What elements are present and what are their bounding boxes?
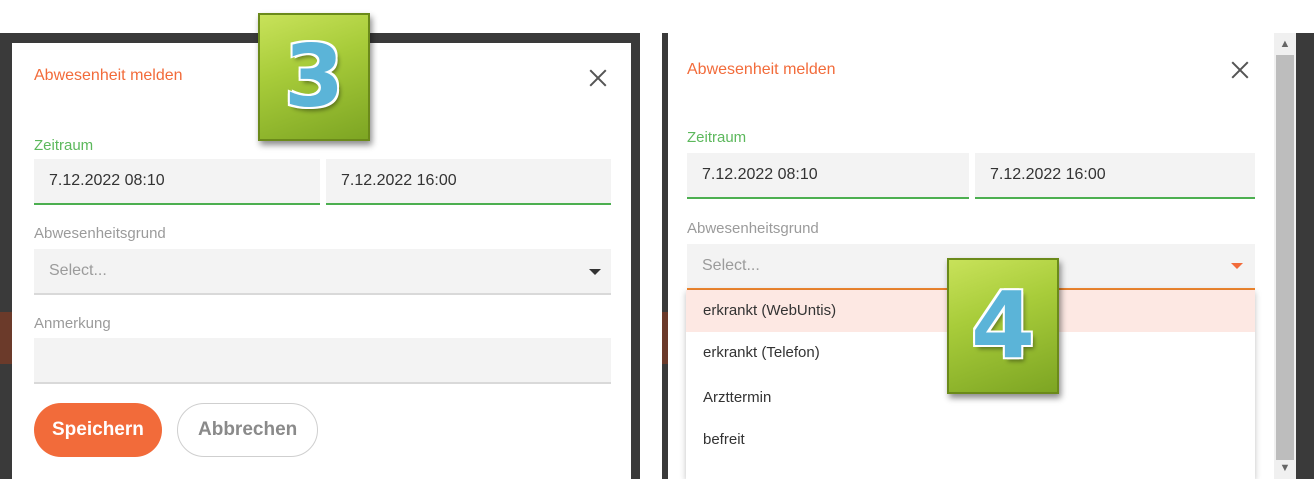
period-label: Zeitraum	[687, 129, 747, 146]
backdrop-accent-left	[0, 312, 12, 364]
reason-label: Abwesenheitsgrund	[34, 225, 166, 242]
chevron-down-icon	[589, 269, 601, 275]
scroll-up-icon[interactable]: ▲	[1274, 35, 1296, 53]
note-input[interactable]	[34, 338, 611, 384]
scroll-thumb[interactable]	[1276, 55, 1294, 460]
end-datetime-field[interactable]: 7.12.2022 16:00	[326, 159, 611, 205]
period-label: Zeitraum	[34, 137, 94, 154]
scroll-down-icon[interactable]: ▼	[1274, 459, 1296, 477]
note-label: Anmerkung	[34, 315, 111, 332]
save-button[interactable]: Speichern	[34, 403, 162, 457]
chevron-down-icon	[1231, 263, 1243, 269]
reason-placeholder: Select...	[49, 262, 107, 279]
step-3-badge: 3	[258, 13, 370, 141]
cancel-button[interactable]: Abbrechen	[177, 403, 319, 457]
end-datetime-value: 7.12.2022 16:00	[990, 166, 1106, 183]
dialog-title: Abwesenheit melden	[687, 61, 836, 78]
scrollbar[interactable]: ▲ ▼	[1274, 33, 1296, 479]
reason-label: Abwesenheitsgrund	[687, 220, 819, 237]
dialog-title: Abwesenheit melden	[34, 67, 183, 84]
start-datetime-field[interactable]: 7.12.2022 08:10	[34, 159, 320, 205]
close-icon[interactable]	[587, 67, 609, 89]
end-datetime-field[interactable]: 7.12.2022 16:00	[975, 153, 1255, 199]
start-datetime-value: 7.12.2022 08:10	[702, 166, 818, 183]
reason-select[interactable]: Select...	[34, 249, 611, 295]
start-datetime-field[interactable]: 7.12.2022 08:10	[687, 153, 969, 199]
step-4-badge: 4	[947, 258, 1059, 394]
end-datetime-value: 7.12.2022 16:00	[341, 172, 457, 189]
reason-placeholder: Select...	[702, 257, 760, 274]
option-befreit[interactable]: befreit	[686, 419, 1255, 461]
start-datetime-value: 7.12.2022 08:10	[49, 172, 165, 189]
close-icon[interactable]	[1229, 59, 1251, 81]
